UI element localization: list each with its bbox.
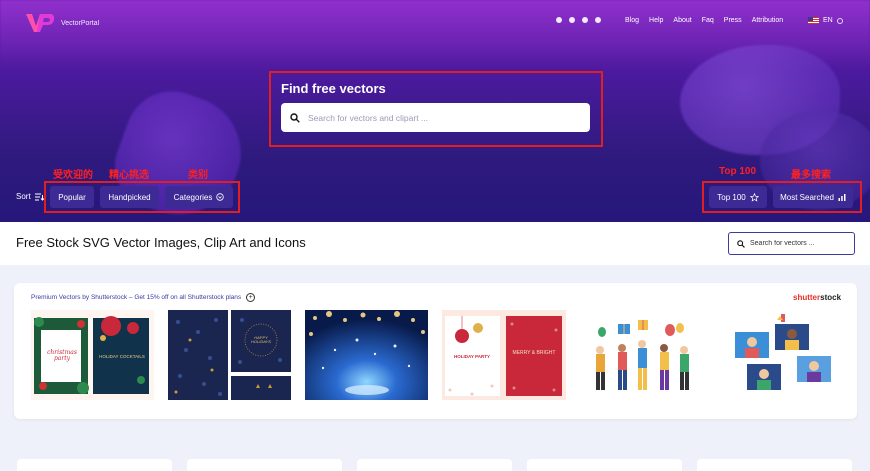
category-card[interactable] [357,459,512,471]
search-icon [737,239,745,248]
premium-banner[interactable]: Premium Vectors by Shutterstock – Get 15… [31,293,256,302]
logo-part-shutter: shutter [793,293,821,302]
language-selector[interactable]: EN [808,17,843,24]
header-search-input[interactable] [750,240,850,247]
happy-holidays-text: HAPPY HOLIDAYS [251,335,271,344]
thumbnail-christmas-party[interactable]: christmas party HOLIDAY COCKTAILS [31,310,154,400]
categories-button[interactable]: Categories [165,186,233,208]
thumbnail-bokeh-lights[interactable] [305,310,428,400]
category-card[interactable] [17,459,172,471]
thumbnail-video-call[interactable] [717,310,840,400]
hero-search-input[interactable] [308,112,568,123]
dribbble-icon[interactable] [595,17,601,23]
category-card[interactable] [187,459,342,471]
search-icon [290,112,300,123]
bar-chart-icon [838,194,846,201]
nav-faq[interactable]: Faq [702,17,714,24]
plus-circle-icon[interactable]: + [246,293,256,302]
premium-text: Premium Vectors by Shutterstock – Get 15… [31,294,242,301]
nav-press[interactable]: Press [724,17,742,24]
most-searched-label: Most Searched [780,192,834,202]
popular-button[interactable]: Popular [50,186,94,208]
video-call-image [717,310,840,400]
nav-about[interactable]: About [673,17,691,24]
bokeh-lights-image [305,310,428,400]
nav-blog[interactable]: Blog [625,17,639,24]
holiday-cocktails-text: HOLIDAY COCKTAILS [99,354,145,359]
hero-title: Find free vectors [281,81,386,96]
celebrating-people-image [580,310,703,400]
shutterstock-logo[interactable]: shutterstock [793,293,841,302]
thumbnail-holiday-party[interactable]: HOLIDAY PARTY MERRY & BRIGHT [442,310,566,400]
sort-icon [34,193,44,201]
handpicked-button[interactable]: Handpicked [100,186,159,208]
most-searched-button[interactable]: Most Searched [773,186,853,208]
categories-label: Categories [173,192,213,202]
holiday-party-text: HOLIDAY PARTY [454,354,490,359]
logo-part-stock: stock [820,293,842,302]
brand-name: VectorPortal [61,19,100,27]
top100-label: Top 100 [717,192,746,202]
handpicked-label: Handpicked [108,192,151,202]
nav-attribution[interactable]: Attribution [752,17,784,24]
popular-label: Popular [58,192,86,202]
sort-label: Sort [16,192,31,201]
logo[interactable]: VectorPortal [26,12,99,34]
category-card[interactable] [527,459,682,471]
category-card[interactable] [697,459,852,471]
twitter-icon[interactable] [556,17,562,23]
christmas-party-text: christmas party [47,349,77,362]
hero-search-field[interactable] [281,103,590,132]
thumbnail-winter-pattern[interactable]: HAPPY HOLIDAYS [168,310,291,400]
star-icon [749,192,759,202]
annotation-handpicked: 精心挑选 [109,170,149,181]
us-flag-icon [808,17,819,24]
winter-pattern-image [168,310,291,400]
thumbnail-celebrating-people[interactable] [580,310,703,400]
pinterest-icon[interactable] [582,17,588,23]
merry-bright-text: MERRY & BRIGHT [512,350,556,356]
social-links [556,17,601,23]
header-search-field[interactable] [728,232,855,255]
annotation-most-searched: 最多搜索 [791,170,831,181]
top100-button[interactable]: Top 100 [709,186,767,208]
page-title: Free Stock SVG Vector Images, Clip Art a… [16,235,306,250]
top-nav: Blog Help About Faq Press Attribution [625,17,793,24]
annotation-top100: Top 100 [719,166,757,177]
vectorportal-logo-icon [26,12,54,34]
facebook-icon[interactable] [569,17,575,23]
annotation-categories: 类别 [188,170,208,181]
chevron-down-icon [216,193,225,201]
language-code: EN [823,17,833,24]
nav-help[interactable]: Help [649,17,663,24]
sort-control[interactable]: Sort [16,192,44,201]
annotation-popular: 受欢迎的 [53,170,93,181]
chevron-down-icon [836,17,843,24]
